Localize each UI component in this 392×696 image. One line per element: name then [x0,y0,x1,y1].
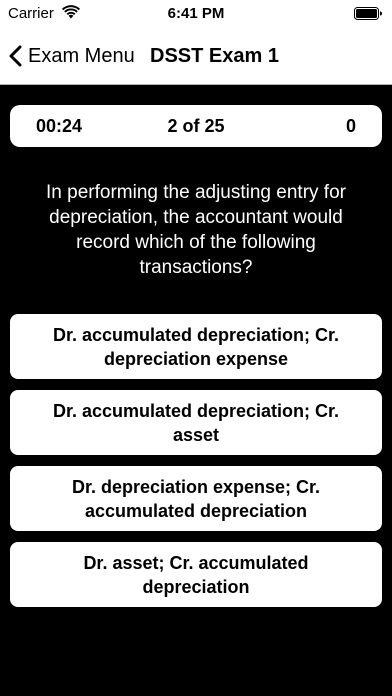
chevron-left-icon [9,45,22,67]
status-bar: Carrier 6:41 PM [0,0,392,28]
question-progress: 2 of 25 [167,116,225,136]
status-time: 6:41 PM [167,5,225,22]
screen: Carrier 6:41 PM Exam Menu DSST Exam 1 00… [0,0,392,696]
answer-option-label: Dr. depreciation expense; Cr. accumulate… [71,476,321,521]
answer-option-label: Dr. accumulated depreciation; Cr. asset [52,400,340,445]
page-title: DSST Exam 1 [150,45,279,67]
battery-icon [354,7,382,20]
score-bar: 00:24 2 of 25 0 [10,105,382,147]
question-text: In performing the adjusting entry for de… [46,182,346,278]
answer-option-3[interactable]: Dr. depreciation expense; Cr. accumulate… [10,466,382,531]
answer-option-1[interactable]: Dr. accumulated depreciation; Cr. deprec… [10,314,382,379]
back-button-label: Exam Menu [28,44,135,67]
score-value: 0 [345,116,356,136]
answer-option-label: Dr. accumulated depreciation; Cr. deprec… [52,324,340,369]
answer-option-4[interactable]: Dr. asset; Cr. accumulated depreciation [10,542,382,607]
navigation-bar: Exam Menu DSST Exam 1 [0,28,392,85]
answer-option-label: Dr. asset; Cr. accumulated depreciation [83,552,309,597]
back-button[interactable]: Exam Menu [8,40,135,72]
answer-option-2[interactable]: Dr. accumulated depreciation; Cr. asset [10,390,382,455]
